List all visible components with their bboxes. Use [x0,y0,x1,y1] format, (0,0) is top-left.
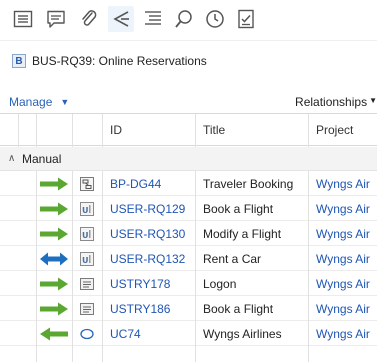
relationships-menu[interactable]: Relationships ▼ [295,95,377,109]
row-id-link[interactable]: USTRY186 [110,297,194,321]
arrow-right-icon [36,297,72,321]
row-id-link[interactable]: USER-RQ130 [110,222,194,246]
column-divider [72,171,73,362]
grid-header: ID Title Project [0,114,377,146]
arrow-right-icon [36,197,72,221]
arrow-right-icon [36,272,72,296]
collapse-chevron-icon[interactable]: ∧ [8,153,20,164]
svg-text:U: U [82,231,89,240]
column-divider [308,171,309,362]
row-title: Rent a Car [203,252,262,266]
column-divider [102,114,103,147]
row-project-link[interactable]: Wyngs Air [316,197,377,221]
details-icon[interactable] [10,6,36,32]
row-title: Book a Flight [203,202,274,216]
table-row[interactable]: USTRY178 Logon Wyngs Air [0,272,377,296]
table-row[interactable]: USTRY186 Book a Flight Wyngs Air [0,297,377,321]
user-requirement-icon: U [72,197,102,221]
column-divider [102,171,103,362]
svg-text:U: U [82,256,89,265]
row-project-link[interactable]: Wyngs Air [316,172,377,196]
row-project-link[interactable]: Wyngs Air [316,297,377,321]
outline-icon[interactable] [140,6,166,32]
history-icon[interactable] [202,6,228,32]
requirement-header: B BUS-RQ39: Online Reservations [12,53,207,69]
user-requirement-icon: U [72,222,102,246]
search-icon[interactable] [171,6,197,32]
column-header-project[interactable]: Project [316,114,353,146]
manage-label: Manage [9,95,53,109]
column-divider [308,114,309,147]
manage-menu[interactable]: Manage ▼ [9,95,69,109]
arrow-right-icon [36,222,72,246]
arrow-right-icon [36,172,72,196]
svg-text:U: U [82,206,89,215]
user-story-icon [72,272,102,296]
table-row[interactable]: U USER-RQ130 Modify a Flight Wyngs Air [0,222,377,246]
column-divider [18,114,19,147]
attachment-icon[interactable] [76,6,102,32]
comments-icon[interactable] [43,6,69,32]
column-header-id[interactable]: ID [110,114,122,146]
row-title: Traveler Booking [203,177,294,191]
column-header-title[interactable]: Title [203,114,225,146]
chevron-down-icon: ▼ [369,95,377,105]
column-divider [36,171,37,362]
arrow-bidirectional-icon [36,247,72,271]
row-id-link[interactable]: USER-RQ129 [110,197,194,221]
row-title: Wyngs Airlines [203,327,282,341]
column-divider [72,114,73,147]
group-label: Manual [22,151,62,166]
user-story-icon [72,297,102,321]
requirement-title: BUS-RQ39: Online Reservations [32,54,207,68]
relationships-grid: ID Title Project ∧ Manual BP-DG44 Travele… [0,113,377,362]
row-project-link[interactable]: Wyngs Air [316,272,377,296]
row-title: Modify a Flight [203,227,282,241]
row-project-link[interactable]: Wyngs Air [316,322,377,346]
row-id-link[interactable]: BP-DG44 [110,172,194,196]
row-id-link[interactable]: USER-RQ132 [110,247,194,271]
column-divider [195,114,196,147]
review-icon[interactable] [233,6,259,32]
row-id-link[interactable]: USTRY178 [110,272,194,296]
chevron-down-icon: ▼ [60,97,70,107]
table-row[interactable]: BP-DG44 Traveler Booking Wyngs Air [0,172,377,196]
arrow-left-icon [36,322,72,346]
relationships-icon[interactable] [108,6,134,32]
toolbar-divider [0,40,377,41]
row-title: Book a Flight [203,302,274,316]
row-project-link[interactable]: Wyngs Air [316,247,377,271]
row-title: Logon [203,277,237,291]
user-requirement-icon: U [72,247,102,271]
relationships-label: Relationships [295,95,368,109]
table-row[interactable]: U USER-RQ129 Book a Flight Wyngs Air [0,197,377,221]
diagram-icon [72,172,102,196]
use-case-icon [72,322,102,346]
row-id-link[interactable]: UC74 [110,322,194,346]
row-project-link[interactable]: Wyngs Air [316,222,377,246]
toolbar [0,0,377,40]
table-row[interactable]: U USER-RQ132 Rent a Car Wyngs Air [0,247,377,271]
column-divider [36,114,37,147]
group-row-manual[interactable]: ∧ Manual [0,147,377,171]
business-requirement-icon: B [12,54,26,68]
column-divider [195,171,196,362]
table-row[interactable]: UC74 Wyngs Airlines Wyngs Air [0,322,377,346]
